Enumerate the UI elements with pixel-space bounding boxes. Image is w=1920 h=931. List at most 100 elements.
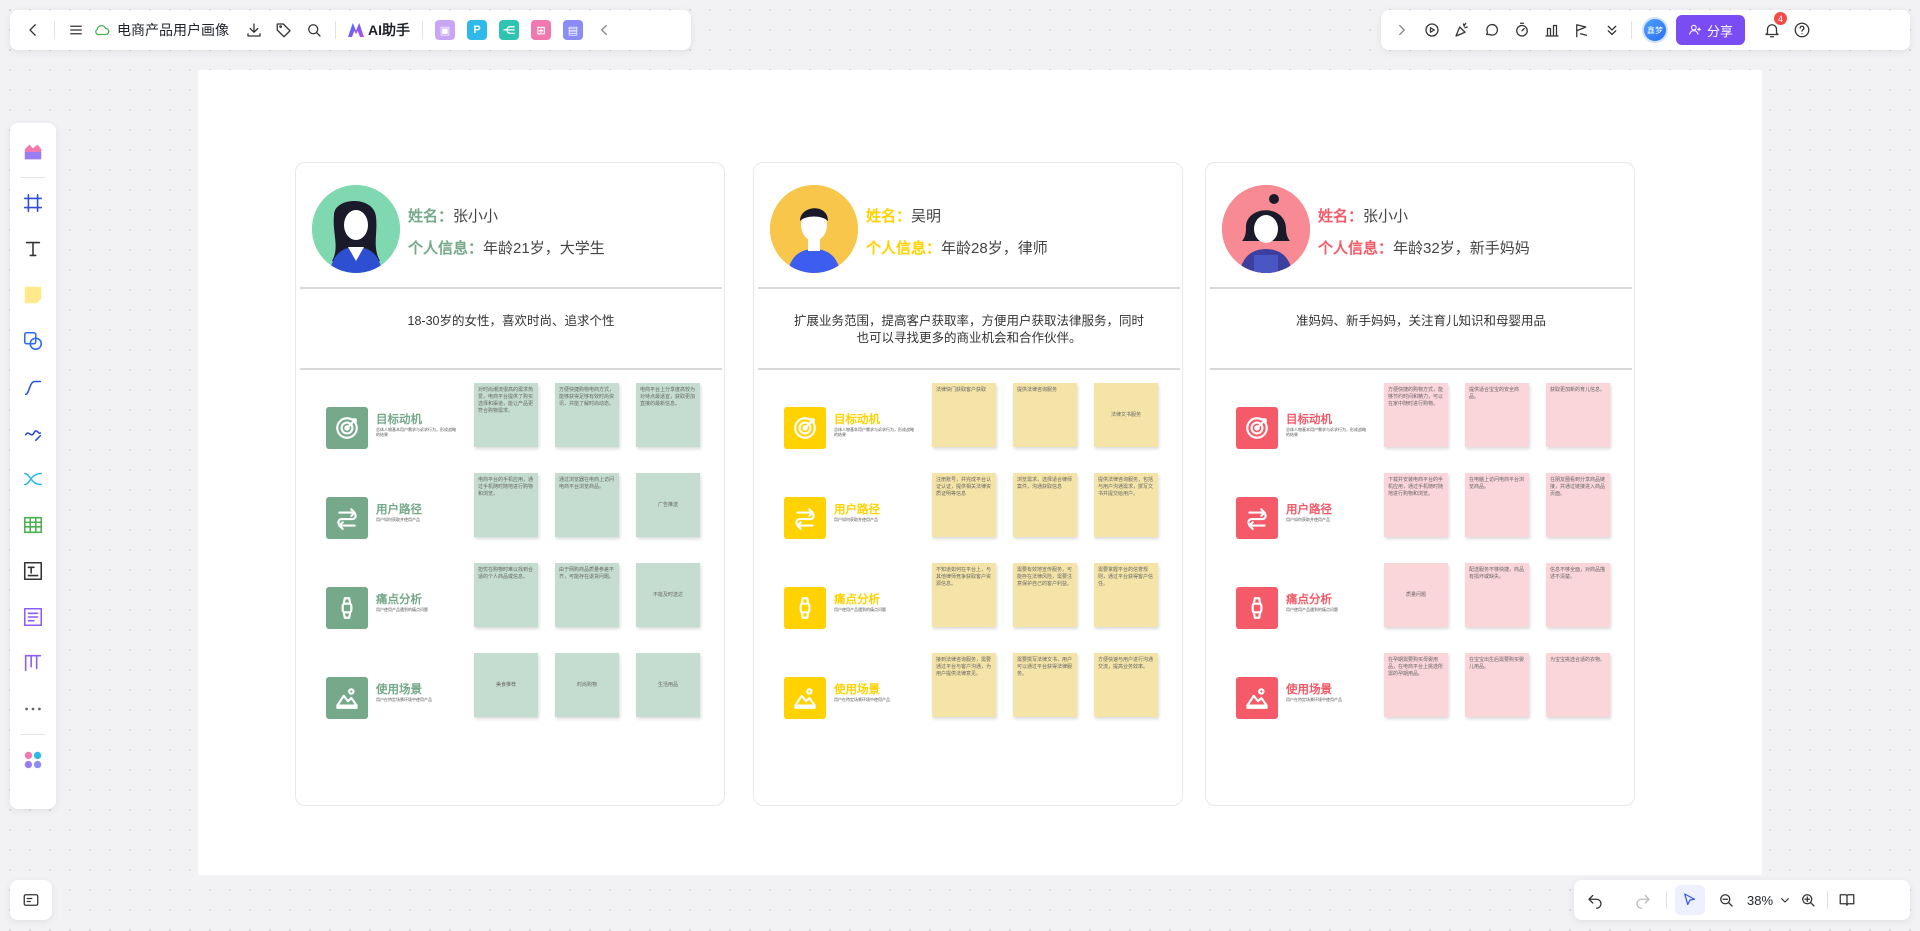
scene-icon bbox=[1236, 677, 1278, 719]
sticky-note[interactable]: 方便快捷购物电商方式，能够获得足够有效时尚资讯，并能了解时尚动态。 bbox=[555, 383, 619, 447]
sticky-note[interactable]: 注册账号，并完成平台认证认证，提供相关法律资质证明等信息 bbox=[932, 473, 996, 537]
doc-title[interactable]: 电商产品用户画像 bbox=[117, 20, 229, 40]
kanban-icon[interactable] bbox=[15, 645, 51, 681]
mindmap-icon[interactable] bbox=[15, 461, 51, 497]
tag-icon[interactable] bbox=[269, 15, 299, 45]
persona-card[interactable]: 姓名：吴明 个人信息：年龄28岁，律师 扩展业务范围，提高客户获取率，方便用户获取法… bbox=[753, 162, 1183, 806]
sticky-note[interactable]: 提供法律咨询服务 bbox=[1013, 383, 1077, 447]
image-plugin-icon[interactable]: ▣ bbox=[435, 20, 455, 40]
row-title: 目标动机 bbox=[1286, 414, 1332, 426]
sticky-note[interactable]: 为宝宝挑选合适的衣物。 bbox=[1546, 653, 1610, 717]
sticky-note[interactable]: 对时尚潮流很高的需求热爱，电商平台提供了购买选择和渠道，能让产品更符合购物需求。 bbox=[474, 383, 538, 447]
select-icon[interactable] bbox=[1675, 885, 1705, 915]
template-icon[interactable] bbox=[15, 134, 51, 170]
sticky-note[interactable]: 提供法律咨询服务，包括与用户沟通需求，撰写文书并提交给用户。 bbox=[1094, 473, 1158, 537]
collapse-icon[interactable] bbox=[589, 15, 619, 45]
ai-assistant-button[interactable]: AI助手 bbox=[348, 20, 410, 40]
mindmap-plugin-icon[interactable]: ⋲ bbox=[499, 20, 519, 40]
sticky-note[interactable]: 接到法律咨询服务，需要通过平台与客户沟通，为用户提供法律意见。 bbox=[932, 653, 996, 717]
sticky-note[interactable]: 需要掌握平台的信誉规则，通过平台获得客户信任。 bbox=[1094, 563, 1158, 627]
minimap-icon[interactable] bbox=[16, 885, 46, 915]
chat-plugin-icon[interactable]: ▤ bbox=[563, 20, 583, 40]
sticky-note[interactable]: 广告推送 bbox=[636, 473, 700, 537]
zoom-out-icon[interactable] bbox=[1711, 885, 1741, 915]
more-down-icon[interactable] bbox=[1597, 15, 1627, 45]
share-button[interactable]: 分享 bbox=[1676, 15, 1746, 45]
undo-icon[interactable] bbox=[1580, 885, 1610, 915]
back-icon[interactable] bbox=[18, 15, 48, 45]
book-icon[interactable] bbox=[1832, 885, 1862, 915]
sticky-note[interactable]: 法律快门获取客户获取 bbox=[932, 383, 996, 447]
table-icon[interactable] bbox=[15, 507, 51, 543]
path-icon bbox=[326, 497, 368, 539]
sticky-note[interactable]: 方便快捷的购物方式，能够节约时间和精力，可以在家中随时进行购物。 bbox=[1384, 383, 1448, 447]
search-icon[interactable] bbox=[299, 15, 329, 45]
textbox-icon[interactable] bbox=[15, 553, 51, 589]
avatar[interactable]: 鑫梦 bbox=[1642, 17, 1668, 43]
persona-description: 18-30岁的女性，喜欢时尚、追求个性 bbox=[407, 314, 615, 328]
sticky-note[interactable]: 法律文书服务 bbox=[1094, 383, 1158, 447]
timer-icon[interactable] bbox=[1507, 15, 1537, 45]
flow-plugin-icon[interactable]: ⊞ bbox=[531, 20, 551, 40]
sticky-note[interactable]: 时尚购物 bbox=[555, 653, 619, 717]
vote-icon[interactable] bbox=[1537, 15, 1567, 45]
sticky-note[interactable]: 电商平台上分享度高较为对待点最适宜，获取更加直接的最新信息。 bbox=[636, 383, 700, 447]
sticky-note-icon[interactable] bbox=[15, 277, 51, 313]
flag-icon[interactable] bbox=[1567, 15, 1597, 45]
bottom-right-toolbar: 38% bbox=[1574, 880, 1910, 920]
sticky-note[interactable]: 在电脑上访问电商平台浏览商品。 bbox=[1465, 473, 1529, 537]
sticky-note[interactable]: 信息不够全面，对商品描述不清楚。 bbox=[1546, 563, 1610, 627]
menu-icon[interactable] bbox=[61, 15, 91, 45]
sticky-note[interactable]: 担忧在购物时难以找到合适的个人商品或信息。 bbox=[474, 563, 538, 627]
sticky-note[interactable]: 不能及时送达 bbox=[636, 563, 700, 627]
sticky-note[interactable]: 质量问题 bbox=[1384, 563, 1448, 627]
row-subtitle: 总体人物基本用户需求与诉求行为，形成战略的结果 bbox=[376, 427, 456, 437]
share-label: 分享 bbox=[1707, 23, 1734, 39]
shape-icon[interactable] bbox=[15, 323, 51, 359]
sticky-note[interactable]: 获取更加新的育儿信息。 bbox=[1546, 383, 1610, 447]
sticky-note[interactable]: 电商平台的手机应用，通过手机随时随地进行购物和浏览。 bbox=[474, 473, 538, 537]
more-icon[interactable] bbox=[15, 691, 51, 727]
frame-icon[interactable] bbox=[15, 185, 51, 221]
sticky-note[interactable]: 浏览需求，选择适合律师案件，沟通获取信息 bbox=[1013, 473, 1077, 537]
text-icon[interactable] bbox=[15, 231, 51, 267]
sticky-note[interactable]: 由于网购商品质量参差不齐，可能存在退货问题。 bbox=[555, 563, 619, 627]
play-icon[interactable] bbox=[1417, 15, 1447, 45]
chevron-down-icon[interactable] bbox=[1777, 885, 1793, 915]
sticky-note[interactable]: 需要撰写法律文书，用户可以通过平台获得法律服务。 bbox=[1013, 653, 1077, 717]
persona-card[interactable]: 姓名：张小小 个人信息：年龄21岁，大学生 18-30岁的女性，喜欢时尚、追求个性目… bbox=[295, 162, 725, 806]
list-icon[interactable] bbox=[15, 599, 51, 635]
help-icon[interactable] bbox=[1787, 15, 1817, 45]
row-subtitle: 用户使用产品遇到的痛点问题 bbox=[376, 607, 428, 612]
comment-icon[interactable] bbox=[1477, 15, 1507, 45]
expand-icon[interactable] bbox=[1387, 15, 1417, 45]
p-plugin-icon[interactable]: P bbox=[467, 20, 487, 40]
sticky-note[interactable]: 不知道如何在平台上，与其他律师竞争获取客户资源信息。 bbox=[932, 563, 996, 627]
sticky-note[interactable]: 生活用品 bbox=[636, 653, 700, 717]
connector-icon[interactable] bbox=[15, 369, 51, 405]
sticky-note[interactable]: 需要有效地宣传服务，可能存在法律风险，需要注意保护自己的客户利益。 bbox=[1013, 563, 1077, 627]
row-title: 痛点分析 bbox=[834, 594, 880, 606]
sticky-note[interactable]: 在宝宝出生后需要购买婴儿用品。 bbox=[1465, 653, 1529, 717]
sticky-note[interactable]: 在孕期需要购买母婴用品，在电商平台上挑选所需的孕期用品。 bbox=[1384, 653, 1448, 717]
celebrate-icon[interactable] bbox=[1447, 15, 1477, 45]
persona-name-row: 姓名：吴明 bbox=[866, 205, 941, 226]
download-icon[interactable] bbox=[239, 15, 269, 45]
sticky-note[interactable]: 通过浏览器在电商上访问电商平台浏览商品。 bbox=[555, 473, 619, 537]
pen-icon[interactable] bbox=[15, 415, 51, 451]
notification-icon[interactable]: 4 bbox=[1757, 12, 1788, 45]
persona-card[interactable]: 姓名：张小小 个人信息：年龄32岁，新手妈妈 准妈妈、新手妈妈，关注育儿知识和母婴用… bbox=[1205, 162, 1635, 806]
sticky-note[interactable]: 提供适合宝宝的安全商品。 bbox=[1465, 383, 1529, 447]
persona-name: 张小小 bbox=[1363, 208, 1409, 225]
sticky-note[interactable]: 配送服务不够快捷，商品有损坏或缺失。 bbox=[1465, 563, 1529, 627]
divider bbox=[1210, 287, 1632, 289]
zoom-in-icon[interactable] bbox=[1793, 885, 1823, 915]
sticky-note[interactable]: 下载并安装电商平台的手机应用，通过手机随时随地进行购物和浏览。 bbox=[1384, 473, 1448, 537]
sticky-note[interactable]: 方便快速与用户进行沟通交流，提高业务效率。 bbox=[1094, 653, 1158, 717]
sticky-note[interactable]: 在朋友圈看到分享商品链接，并通过链接进入商品页面。 bbox=[1546, 473, 1610, 537]
sticky-note[interactable]: 美食推荐 bbox=[474, 653, 538, 717]
apps-icon[interactable] bbox=[15, 742, 51, 778]
zoom-level[interactable]: 38% bbox=[1747, 893, 1773, 908]
redo-icon[interactable] bbox=[1628, 885, 1658, 915]
row-title: 痛点分析 bbox=[376, 594, 422, 606]
